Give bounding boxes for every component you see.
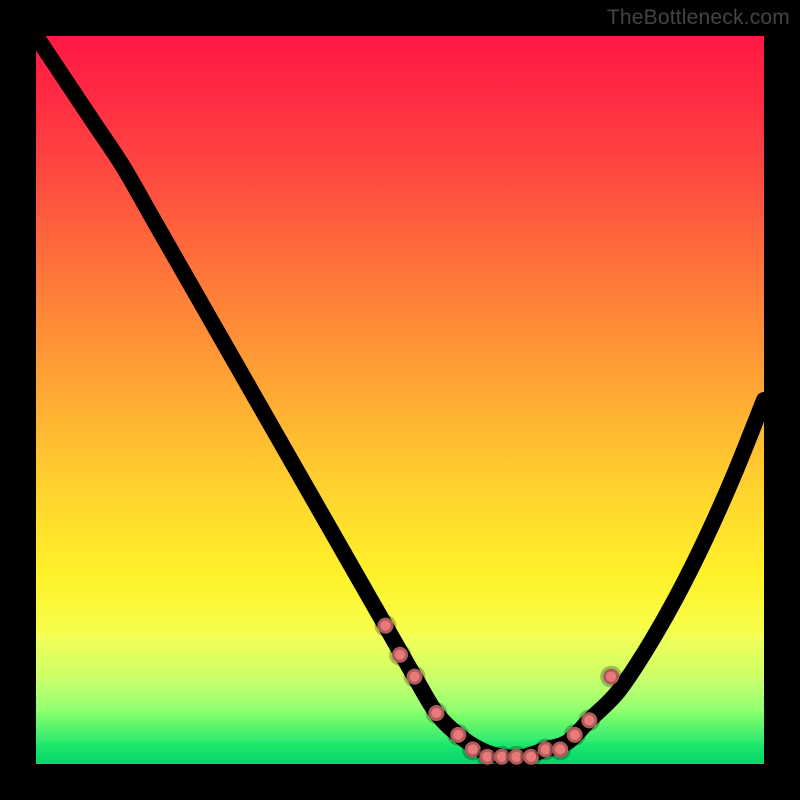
chart-frame: TheBottleneck.com — [0, 0, 800, 800]
highlight-dot — [450, 727, 466, 743]
highlight-dot — [377, 618, 393, 634]
highlight-dot — [392, 647, 408, 663]
highlight-dot — [428, 705, 444, 721]
highlight-dot — [552, 741, 568, 757]
highlight-dot — [567, 727, 583, 743]
highlight-dot — [603, 669, 619, 685]
highlight-dot — [581, 712, 597, 728]
highlight-dot — [407, 669, 423, 685]
chart-svg — [36, 36, 764, 764]
chart-plot-area — [36, 36, 764, 764]
watermark-text: TheBottleneck.com — [607, 6, 790, 30]
